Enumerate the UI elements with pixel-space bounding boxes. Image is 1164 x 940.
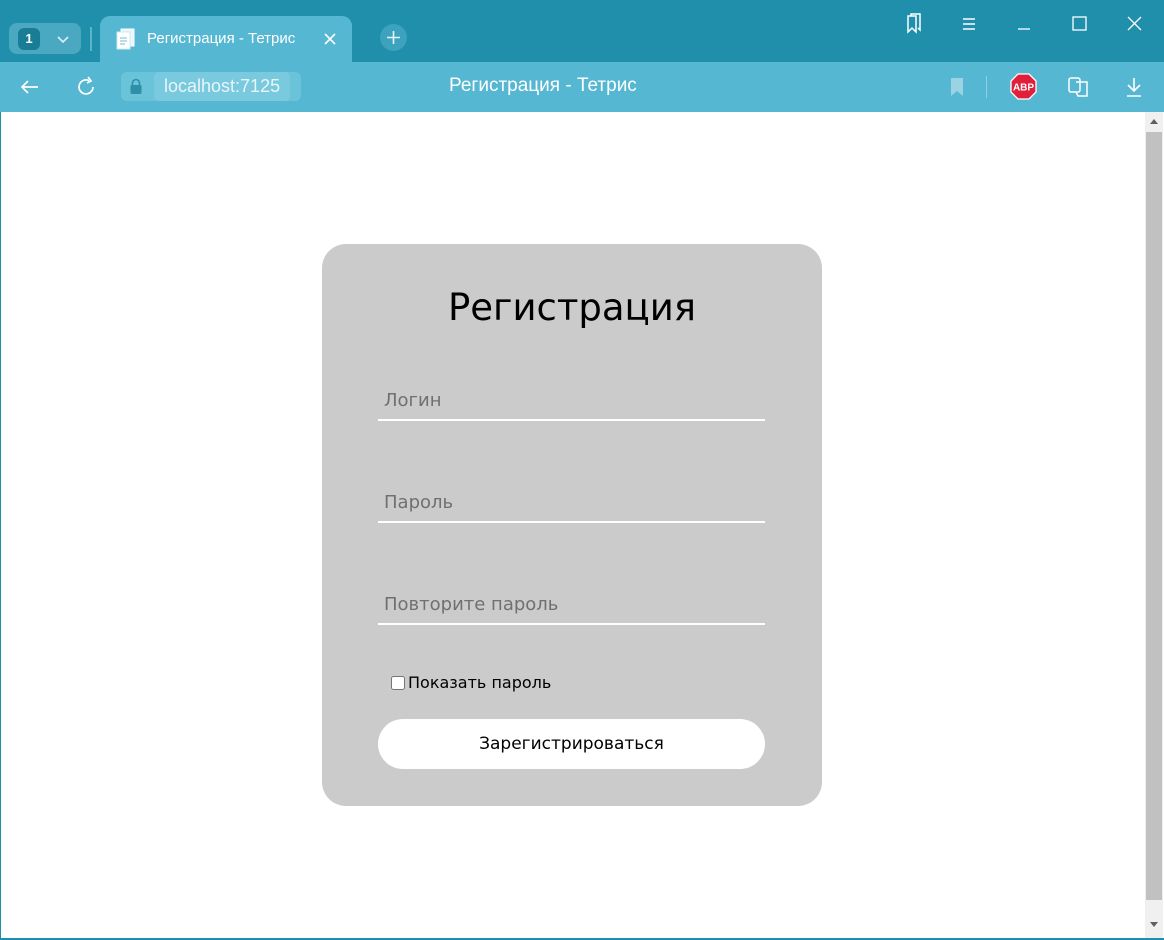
download-icon[interactable] bbox=[1122, 75, 1146, 99]
form-title: Регистрация bbox=[447, 286, 697, 329]
vertical-scrollbar[interactable] bbox=[1145, 112, 1163, 938]
back-arrow-icon[interactable] bbox=[18, 75, 42, 99]
adblock-label: ABP bbox=[1013, 83, 1034, 94]
adblock-plus-icon[interactable]: ABP bbox=[1010, 73, 1037, 100]
show-password-checkbox[interactable] bbox=[391, 675, 405, 690]
close-icon[interactable] bbox=[322, 31, 338, 47]
scroll-down-icon[interactable] bbox=[1150, 922, 1158, 928]
lock-icon bbox=[130, 78, 142, 94]
repeat-password-input[interactable] bbox=[378, 585, 765, 625]
page-title-display: Регистрация - Тетрис bbox=[449, 75, 637, 96]
url-text: localhost:7125 bbox=[154, 72, 291, 101]
browser-titlebar: 1 Регистрация - Тетрис bbox=[0, 0, 1164, 62]
login-input[interactable] bbox=[378, 381, 765, 421]
bookmark-icon[interactable] bbox=[945, 75, 969, 99]
tab-counter-button[interactable]: 1 bbox=[9, 23, 81, 54]
tab-active[interactable]: Регистрация - Тетрис bbox=[100, 16, 352, 62]
maximize-icon[interactable] bbox=[1067, 12, 1091, 36]
scroll-up-icon[interactable] bbox=[1150, 118, 1158, 124]
reload-icon[interactable] bbox=[74, 75, 98, 99]
tab-count-badge: 1 bbox=[18, 28, 40, 50]
document-icon bbox=[116, 28, 135, 50]
address-bar[interactable]: localhost:7125 bbox=[121, 72, 301, 101]
tab-divider bbox=[90, 27, 92, 51]
password-input[interactable] bbox=[378, 483, 765, 523]
show-password-label: Показать пароль bbox=[408, 673, 552, 692]
new-tab-button[interactable] bbox=[380, 24, 407, 51]
bookmarks-panel-icon[interactable] bbox=[902, 12, 926, 36]
plus-icon bbox=[387, 31, 400, 44]
window-border-left bbox=[0, 112, 1, 940]
translate-icon[interactable] bbox=[1066, 75, 1090, 99]
scrollbar-thumb[interactable] bbox=[1146, 132, 1162, 900]
register-button[interactable]: Зарегистрироваться bbox=[378, 719, 765, 769]
toolbar-divider bbox=[986, 76, 987, 98]
registration-card: Регистрация Показать пароль Зарегистриро… bbox=[322, 244, 822, 806]
chevron-down-icon bbox=[57, 36, 69, 44]
minimize-icon[interactable] bbox=[1012, 12, 1036, 36]
window-close-icon[interactable] bbox=[1122, 12, 1146, 36]
browser-toolbar: localhost:7125 Регистрация - Тетрис ABP bbox=[0, 62, 1164, 112]
show-password-toggle[interactable]: Показать пароль bbox=[391, 673, 551, 692]
tab-title: Регистрация - Тетрис bbox=[147, 30, 296, 47]
menu-icon[interactable] bbox=[957, 12, 981, 36]
